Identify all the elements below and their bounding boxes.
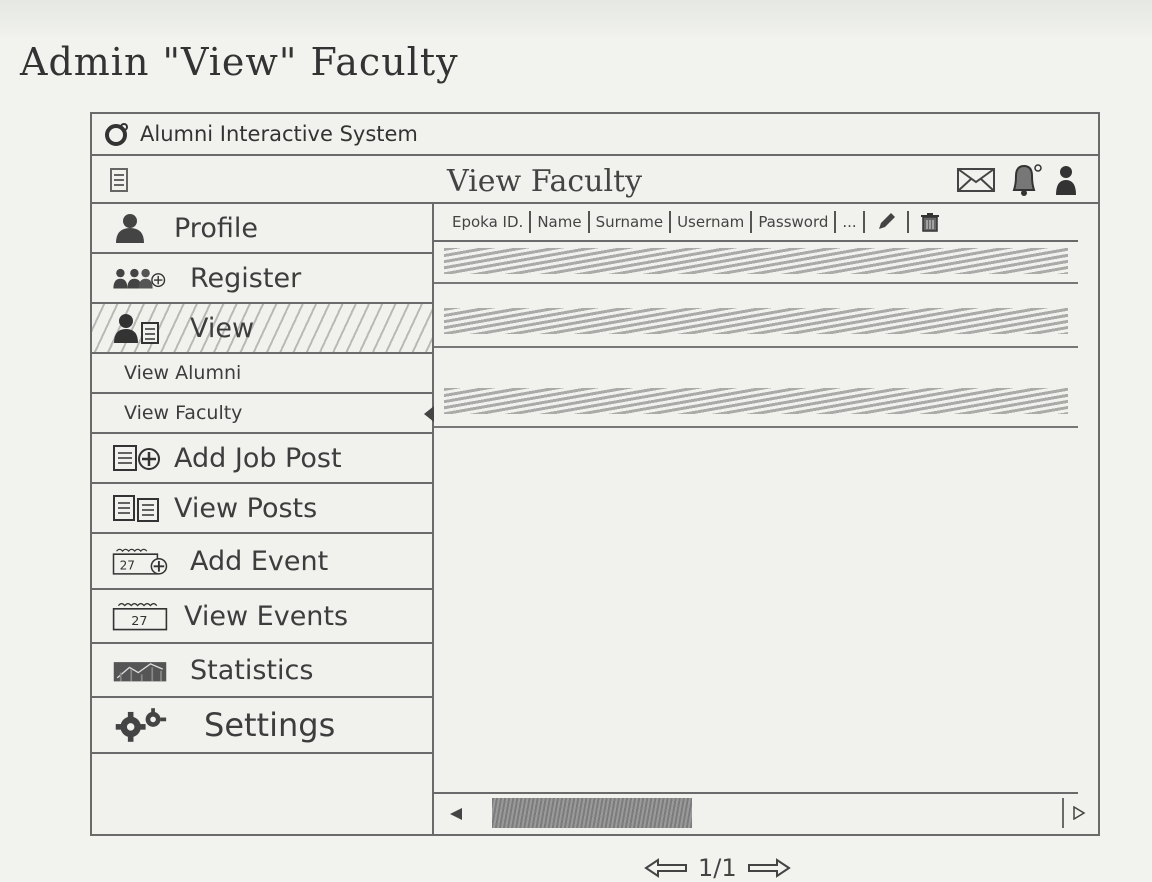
svg-text:27: 27 [131, 614, 147, 629]
add-users-icon [113, 268, 166, 289]
page-heading: Admin "View" Faculty [20, 40, 459, 84]
column-header[interactable]: Usernam [671, 211, 753, 233]
column-header[interactable]: Epoka ID. [446, 211, 532, 233]
sidebar-item-label: View Posts [174, 492, 318, 524]
row-data-placeholder [444, 388, 1068, 414]
sidebar-item-label: View Events [184, 600, 349, 632]
trash-icon [920, 213, 939, 232]
gear-icon [115, 708, 167, 742]
sidebar-item-register[interactable]: Register [92, 254, 432, 304]
app-window: Alumni Interactive System View Faculty P… [90, 112, 1100, 882]
svg-text:27: 27 [120, 558, 135, 572]
menu-icon[interactable] [110, 168, 128, 192]
sidebar-item-add-event[interactable]: 27 Add Event [92, 534, 432, 590]
sidebar-item-label: Add Job Post [174, 442, 342, 474]
delete-column-header[interactable] [909, 211, 951, 233]
sidebar-subitem-view-alumni[interactable]: View Alumni [92, 354, 432, 394]
logo-icon [105, 123, 128, 146]
column-header[interactable]: Surname [590, 211, 672, 233]
calendar-icon: 27 [112, 603, 168, 631]
previous-page-arrow-icon[interactable] [644, 858, 688, 878]
page-title: View Faculty [447, 164, 643, 199]
table-header: Epoka ID. Name Surname Usernam Password … [434, 204, 1078, 242]
column-header[interactable]: ... [836, 211, 865, 233]
row-data-placeholder [444, 248, 1068, 274]
sidebar-item-view[interactable]: View [92, 304, 432, 354]
page-indicator: 1/1 [698, 854, 737, 882]
table-row[interactable] [434, 302, 1078, 348]
add-calendar-icon: 27 [112, 548, 168, 575]
sidebar-item-add-job-post[interactable]: Add Job Post [92, 434, 432, 484]
user-icon [116, 214, 144, 243]
sidebar-item-view-events[interactable]: 27 View Events [92, 590, 432, 644]
horizontal-scrollbar[interactable] [434, 792, 1086, 834]
scrollbar-thumb[interactable] [492, 798, 692, 828]
sidebar-item-statistics[interactable]: Statistics [92, 644, 432, 698]
paper-edge [0, 0, 1152, 36]
titlebar: Alumni Interactive System [92, 114, 1098, 156]
notification-bell-icon[interactable] [1008, 162, 1042, 198]
app-title: Alumni Interactive System [140, 122, 418, 146]
sidebar-subitem-label: View Faculty [124, 402, 243, 424]
row-data-placeholder [444, 308, 1068, 334]
posts-icon [113, 495, 159, 522]
sidebar-item-label: Statistics [190, 654, 314, 686]
user-account-icon[interactable] [1054, 163, 1078, 197]
edit-column-header[interactable] [865, 211, 909, 233]
sidebar-item-label: Profile [174, 212, 258, 244]
sidebar: Profile Register View View Alumni View F… [92, 202, 434, 834]
scroll-right-button[interactable] [1062, 798, 1094, 828]
next-page-arrow-icon[interactable] [747, 858, 791, 878]
scroll-right-icon [1073, 806, 1086, 820]
sidebar-item-profile[interactable]: Profile [92, 204, 432, 254]
pagination: 1/1 [644, 854, 791, 882]
sidebar-item-label: Add Event [190, 545, 329, 577]
table-row[interactable] [434, 382, 1078, 428]
table-row[interactable] [434, 242, 1078, 284]
sidebar-item-settings[interactable]: Settings [92, 698, 432, 754]
sidebar-item-label: Register [190, 262, 302, 294]
sidebar-item-label: View [190, 312, 255, 344]
mail-icon[interactable] [956, 165, 996, 195]
column-header[interactable]: Name [531, 211, 590, 233]
sidebar-item-label: Settings [204, 706, 336, 744]
main-content: Epoka ID. Name Surname Usernam Password … [434, 202, 1098, 882]
top-icons [956, 162, 1078, 198]
add-post-icon [113, 445, 160, 471]
column-header[interactable]: Password [752, 211, 837, 233]
sidebar-subitem-label: View Alumni [124, 362, 242, 384]
user-list-icon [114, 314, 159, 344]
sidebar-subitem-view-faculty[interactable]: View Faculty [92, 394, 434, 434]
scroll-left-icon[interactable] [448, 806, 464, 822]
sidebar-item-view-posts[interactable]: View Posts [92, 484, 432, 534]
statistics-icon [113, 662, 167, 682]
pencil-icon [878, 213, 895, 229]
